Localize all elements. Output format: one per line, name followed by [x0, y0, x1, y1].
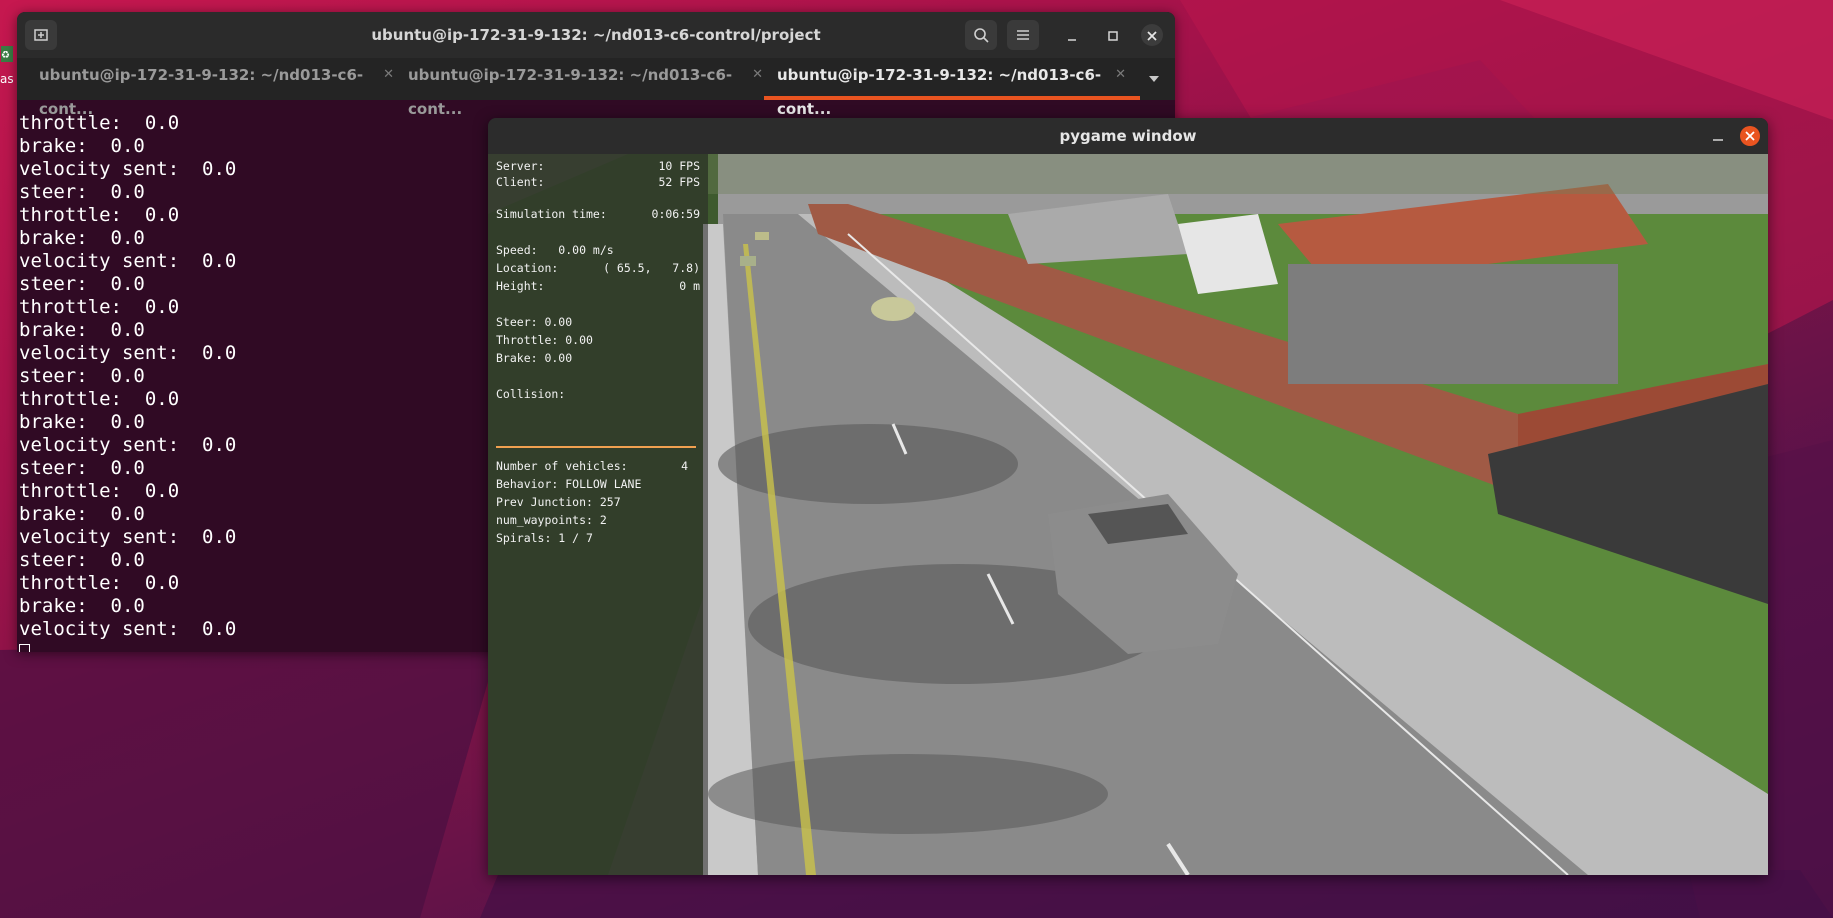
pygame-header: pygame window	[488, 118, 1768, 154]
tab-close-icon[interactable]: ✕	[383, 58, 394, 92]
hud-overlay: Server: 10 FPS Client: 52 FPS Simulation t…	[488, 154, 708, 875]
hud-height-value: 0 m	[679, 279, 700, 293]
desktop-trash-icon[interactable]: ♻ as	[0, 42, 14, 88]
hud-simtime-label: Simulation time:	[496, 207, 607, 221]
hud-behavior: Behavior: FOLLOW LANE	[496, 477, 642, 491]
hud-steer: Steer: 0.00	[496, 315, 573, 329]
hud-spirals: Spirals: 1 / 7	[496, 531, 593, 545]
hud-height-label: Height:	[496, 279, 545, 293]
hud-collision-bar	[496, 446, 696, 448]
hud-client-label: Client:	[496, 175, 545, 189]
hud-height: Height: 0 m	[496, 278, 700, 294]
tab-dropdown-button[interactable]	[1147, 62, 1161, 99]
hud-throttle: Throttle: 0.00	[496, 333, 593, 347]
close-icon	[1147, 31, 1157, 41]
tab-close-icon[interactable]: ✕	[1115, 58, 1126, 92]
hud-server-value: 10 FPS	[658, 159, 700, 173]
tab-bar: ubuntu@ip-172-31-9-132: ~/nd013-c6-cont.…	[17, 58, 1175, 118]
hud-location-label: Location:	[496, 261, 559, 275]
terminal-title: ubuntu@ip-172-31-9-132: ~/nd013-c6-contr…	[371, 26, 821, 44]
svg-text:♻: ♻	[1, 50, 10, 61]
hud-server-label: Server:	[496, 159, 545, 173]
terminal-header: ubuntu@ip-172-31-9-132: ~/nd013-c6-contr…	[17, 12, 1175, 58]
tab-2[interactable]: ubuntu@ip-172-31-9-132: ~/nd013-c6-cont.…	[408, 58, 763, 118]
hud-location-value: ( 65.5, 7.8)	[603, 261, 700, 275]
hud-brake: Brake: 0.00	[496, 351, 573, 365]
chevron-down-icon	[1149, 76, 1159, 82]
terminal-cursor	[19, 644, 30, 652]
hud-speed: Speed: 0.00 m/s	[496, 243, 614, 257]
close-icon	[1745, 131, 1755, 141]
simulation-view[interactable]: Server: 10 FPS Client: 52 FPS Simulation t…	[488, 154, 1768, 875]
hud-vehicles-value: 4	[681, 459, 688, 473]
pygame-minimize-button[interactable]	[1712, 124, 1724, 148]
search-button[interactable]	[965, 20, 997, 50]
hud-num-waypoints: num_waypoints: 2	[496, 513, 607, 527]
tab-close-icon[interactable]: ✕	[752, 58, 763, 92]
hud-prev-junction: Prev Junction: 257	[496, 495, 621, 509]
maximize-button[interactable]	[1102, 24, 1124, 46]
hud-vehicles-label: Number of vehicles:	[496, 459, 628, 473]
minimize-button[interactable]	[1061, 24, 1083, 46]
hud-server: Server: 10 FPS	[496, 158, 700, 174]
minimize-icon	[1068, 39, 1076, 41]
search-icon	[974, 28, 989, 43]
hud-vehicles: Number of vehicles: 4	[496, 458, 700, 474]
tab-3[interactable]: ubuntu@ip-172-31-9-132: ~/nd013-c6-cont.…	[764, 58, 1140, 118]
pygame-close-button[interactable]	[1740, 126, 1760, 146]
close-button[interactable]	[1141, 24, 1163, 46]
hud-location: Location: ( 65.5, 7.8)	[496, 260, 700, 276]
minimize-icon	[1713, 139, 1723, 141]
hud-simtime: Simulation time: 0:06:59	[496, 206, 700, 222]
hud-client: Client: 52 FPS	[496, 174, 700, 190]
maximize-icon	[1108, 31, 1118, 41]
pygame-window[interactable]: pygame window Server: 10 FPS Client: 52 …	[488, 118, 1768, 875]
desktop-icon-label: as	[0, 72, 14, 86]
tab-1[interactable]: ubuntu@ip-172-31-9-132: ~/nd013-c6-cont.…	[39, 58, 394, 118]
hud-collision: Collision:	[496, 387, 566, 401]
menu-button[interactable]	[1007, 20, 1039, 50]
pygame-title: pygame window	[1059, 127, 1197, 145]
hud-simtime-value: 0:06:59	[651, 207, 700, 221]
hud-client-value: 52 FPS	[658, 175, 700, 189]
hamburger-menu-icon	[1017, 30, 1029, 40]
